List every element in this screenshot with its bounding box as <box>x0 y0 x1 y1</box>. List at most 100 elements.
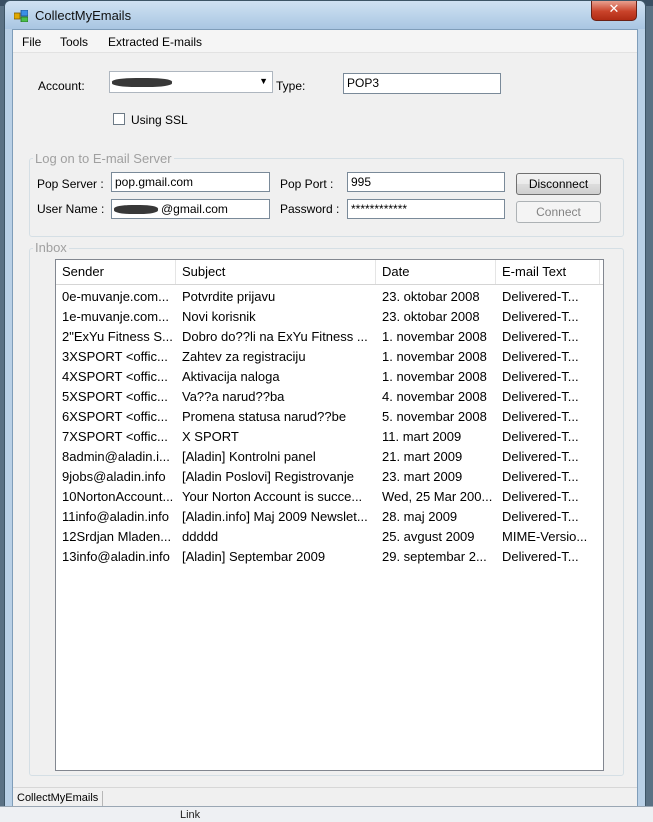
cell-subject: [Aladin] Septembar 2009 <box>182 549 326 564</box>
taskbar-link-text: Link <box>180 809 201 821</box>
menu-bar: File Tools Extracted E-mails <box>13 30 637 53</box>
pop-port-input[interactable]: 995 <box>347 172 505 192</box>
menu-extracted-emails[interactable]: Extracted E-mails <box>108 35 202 49</box>
cell-date: 4. novembar 2008 <box>382 389 487 404</box>
table-row[interactable]: 9jobs@aladin.info [Aladin Poslovi] Regist… <box>56 467 603 487</box>
table-row[interactable]: 10NortonAccount... Your Norton Account is… <box>56 487 603 507</box>
connect-button[interactable]: Connect <box>516 201 601 223</box>
server-group-title: Log on to E-mail Server <box>33 151 174 166</box>
pop-port-label: Pop Port : <box>280 177 334 191</box>
table-row[interactable]: 1e-muvanje.com... Novi korisnik 23. oktoba… <box>56 307 603 327</box>
table-row[interactable]: 8admin@aladin.i... [Aladin] Kontrolni pan… <box>56 447 603 467</box>
account-label: Account: <box>38 79 85 93</box>
type-label: Type: <box>276 79 306 93</box>
type-field[interactable]: POP3 <box>343 73 501 94</box>
redacted-username-scribble <box>114 205 158 214</box>
inbox-group-title: Inbox <box>33 240 69 255</box>
cell-sender: 11info@aladin.info <box>62 509 169 524</box>
table-row[interactable]: 11info@aladin.info [Aladin.info] Maj 2009… <box>56 507 603 527</box>
cell-subject: [Aladin] Kontrolni panel <box>182 449 316 464</box>
cell-sender: 6XSPORT <offic... <box>62 409 168 424</box>
table-row[interactable]: 2"ExYu Fitness S... Dobro do??li na ExYu … <box>56 327 603 347</box>
close-icon: ✕ <box>608 2 620 17</box>
cell-date: 1. novembar 2008 <box>382 349 487 364</box>
table-row[interactable]: 13info@aladin.info [Aladin] Septembar 200… <box>56 547 603 567</box>
cell-email-text: Delivered-T... <box>502 469 579 484</box>
cell-subject: X SPORT <box>182 429 239 444</box>
cell-email-text: Delivered-T... <box>502 549 579 564</box>
table-row[interactable]: 7XSPORT <offic... X SPORT 11. mart 2009 Del… <box>56 427 603 447</box>
cell-sender: 12Srdjan Mladen... <box>62 529 172 544</box>
cell-date: 25. avgust 2009 <box>382 529 475 544</box>
table-row[interactable]: 12Srdjan Mladen... ddddd 25. avgust 2009 MI… <box>56 527 603 547</box>
window-title: CollectMyEmails <box>35 8 132 23</box>
app-icon <box>14 10 28 22</box>
menu-tools[interactable]: Tools <box>60 35 88 49</box>
table-row[interactable]: 3XSPORT <offic... Zahtev za registraciju 1… <box>56 347 603 367</box>
cell-subject: Dobro do??li na ExYu Fitness ... <box>182 329 368 344</box>
cell-date: 1. novembar 2008 <box>382 369 487 384</box>
column-header-date[interactable]: Date <box>376 260 496 284</box>
cell-sender: 3XSPORT <offic... <box>62 349 168 364</box>
redacted-account-scribble <box>112 78 172 87</box>
column-header-sender[interactable]: Sender <box>56 260 176 284</box>
column-header-email-text[interactable]: E-mail Text <box>496 260 600 284</box>
cell-date: 29. septembar 2... <box>382 549 487 564</box>
cell-email-text: Delivered-T... <box>502 449 579 464</box>
cell-email-text: Delivered-T... <box>502 289 579 304</box>
menu-file[interactable]: File <box>22 35 41 49</box>
cell-date: 5. novembar 2008 <box>382 409 487 424</box>
cell-email-text: Delivered-T... <box>502 429 579 444</box>
column-header-subject[interactable]: Subject <box>176 260 376 284</box>
cell-sender: 8admin@aladin.i... <box>62 449 170 464</box>
close-button[interactable]: ✕ <box>591 1 637 21</box>
title-bar[interactable]: CollectMyEmails ✕ <box>5 1 645 29</box>
cell-sender: 0e-muvanje.com... <box>62 289 169 304</box>
table-row[interactable]: 5XSPORT <offic... Va??a narud??ba 4. novem… <box>56 387 603 407</box>
account-combobox[interactable]: ▼ <box>109 71 273 93</box>
cell-sender: 10NortonAccount... <box>62 489 174 504</box>
inbox-listview[interactable]: Sender Subject Date E-mail Text 0e-muvan… <box>55 259 604 771</box>
cell-sender: 1e-muvanje.com... <box>62 309 169 324</box>
cell-email-text: MIME-Versio... <box>502 529 588 544</box>
cell-sender: 9jobs@aladin.info <box>62 469 166 484</box>
user-name-label: User Name : <box>37 202 105 216</box>
client-area: File Tools Extracted E-mails Account: ▼ … <box>12 29 638 811</box>
pop-server-input[interactable]: pop.gmail.com <box>111 172 270 192</box>
cell-subject: Aktivacija naloga <box>182 369 280 384</box>
cell-sender: 13info@aladin.info <box>62 549 170 564</box>
cell-subject: ddddd <box>182 529 219 544</box>
server-groupbox <box>29 158 624 237</box>
table-row[interactable]: 0e-muvanje.com... Potvrdite prijavu 23. ok… <box>56 287 603 307</box>
dropdown-arrow-icon[interactable]: ▼ <box>259 76 268 86</box>
cell-subject: Potvrdite prijavu <box>182 289 276 304</box>
cell-date: 11. mart 2009 <box>382 429 462 444</box>
disconnect-button[interactable]: Disconnect <box>516 173 601 195</box>
table-row[interactable]: 6XSPORT <offic... Promena statusa narud??… <box>56 407 603 427</box>
cell-date: 21. mart 2009 <box>382 449 463 464</box>
cell-email-text: Delivered-T... <box>502 409 579 424</box>
password-input[interactable]: ************ <box>347 199 505 219</box>
cell-subject: Zahtev za registraciju <box>182 349 306 364</box>
cell-email-text: Delivered-T... <box>502 369 579 384</box>
cell-subject: Novi korisnik <box>182 309 256 324</box>
cell-sender: 5XSPORT <offic... <box>62 389 168 404</box>
main-window: CollectMyEmails ✕ File Tools Extracted E… <box>4 0 646 815</box>
cell-email-text: Delivered-T... <box>502 309 579 324</box>
cell-date: 28. maj 2009 <box>382 509 458 524</box>
status-separator <box>102 791 103 807</box>
table-row[interactable]: 4XSPORT <offic... Aktivacija naloga 1. nov… <box>56 367 603 387</box>
cell-subject: Va??a narud??ba <box>182 389 285 404</box>
cell-email-text: Delivered-T... <box>502 489 579 504</box>
ssl-checkbox[interactable] <box>113 113 125 125</box>
cell-sender: 4XSPORT <offic... <box>62 369 168 384</box>
listview-header: Sender Subject Date E-mail Text <box>56 260 603 285</box>
cell-subject: [Aladin.info] Maj 2009 Newslet... <box>182 509 368 524</box>
password-label: Password : <box>280 202 340 216</box>
cell-date: 23. oktobar 2008 <box>382 309 480 324</box>
background-taskbar: Link <box>0 806 653 822</box>
cell-subject: [Aladin Poslovi] Registrovanje <box>182 469 354 484</box>
cell-date: 23. oktobar 2008 <box>382 289 480 304</box>
cell-email-text: Delivered-T... <box>502 509 579 524</box>
cell-date: Wed, 25 Mar 200... <box>382 489 493 504</box>
